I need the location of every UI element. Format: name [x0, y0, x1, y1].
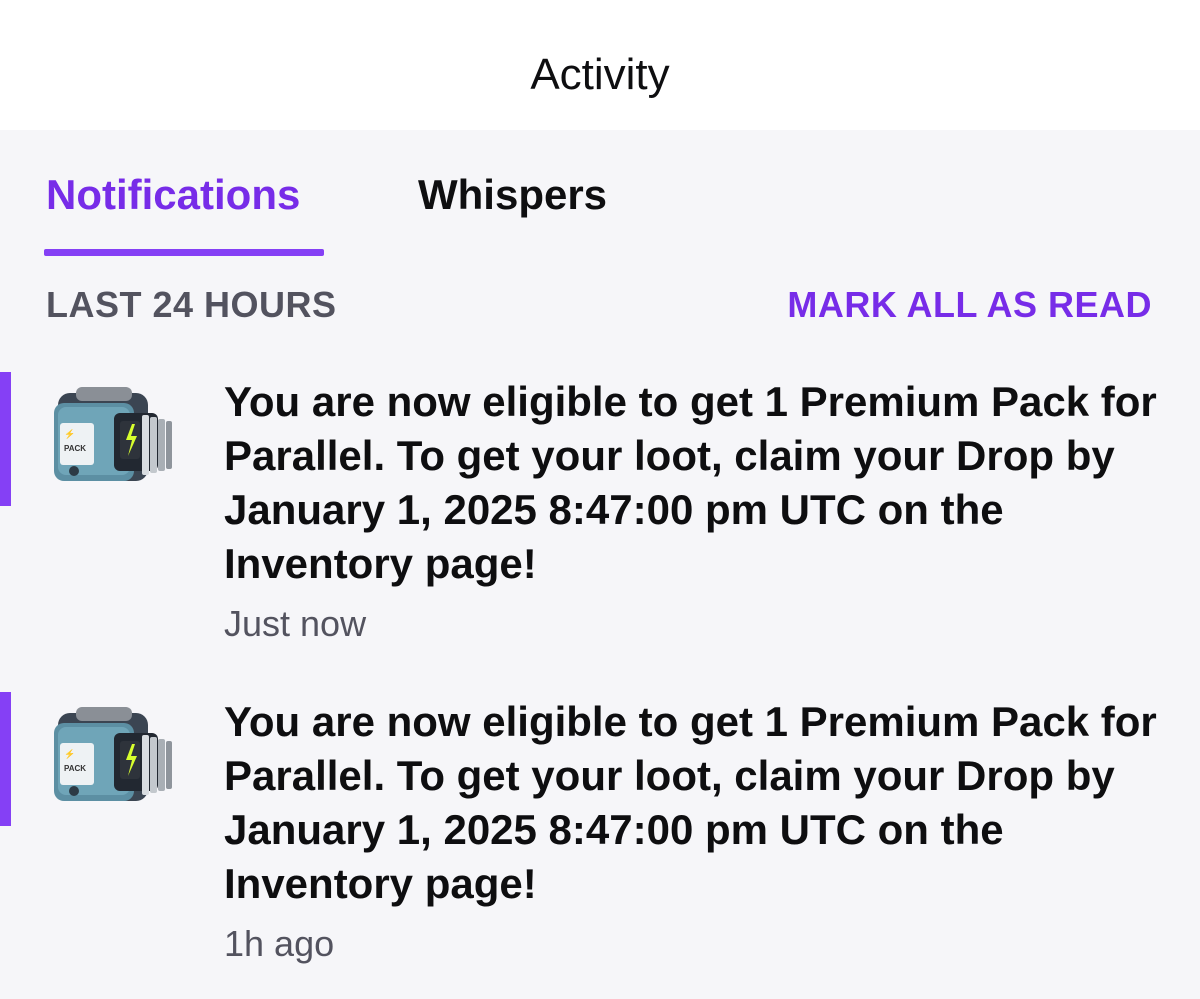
notification-item[interactable]: ⚡ PACK You are now eligible to get 1 Pre… [0, 685, 1200, 975]
page-title: Activity [530, 50, 670, 99]
premium-pack-icon: ⚡ PACK [40, 377, 180, 497]
svg-text:PACK: PACK [64, 444, 86, 453]
notification-timestamp: 1h ago [224, 923, 335, 964]
svg-text:⚡: ⚡ [64, 428, 75, 440]
notification-message: You are now eligible to get 1 Premium Pa… [224, 378, 1157, 587]
tab-notifications[interactable]: Notifications [46, 170, 300, 220]
premium-pack-icon: ⚡ PACK [40, 697, 180, 817]
tab-whispers[interactable]: Whispers [418, 170, 607, 220]
section-header: LAST 24 HOURS MARK ALL AS READ [0, 280, 1200, 330]
active-tab-indicator [44, 249, 324, 256]
mark-all-as-read-button[interactable]: MARK ALL AS READ [787, 284, 1152, 326]
notification-message: You are now eligible to get 1 Premium Pa… [224, 698, 1157, 907]
activity-page: Activity Notifications Whispers LAST 24 … [0, 0, 1200, 999]
tab-bar: Notifications Whispers [0, 130, 1200, 260]
section-label: LAST 24 HOURS [46, 284, 337, 325]
svg-text:⚡: ⚡ [64, 748, 75, 760]
notification-item[interactable]: ⚡ PACK You are now eligible to get 1 Pre… [0, 365, 1200, 655]
notification-timestamp: Just now [224, 603, 367, 644]
unread-indicator [0, 692, 11, 826]
header: Activity [0, 0, 1200, 130]
svg-text:PACK: PACK [64, 764, 86, 773]
unread-indicator [0, 372, 11, 506]
